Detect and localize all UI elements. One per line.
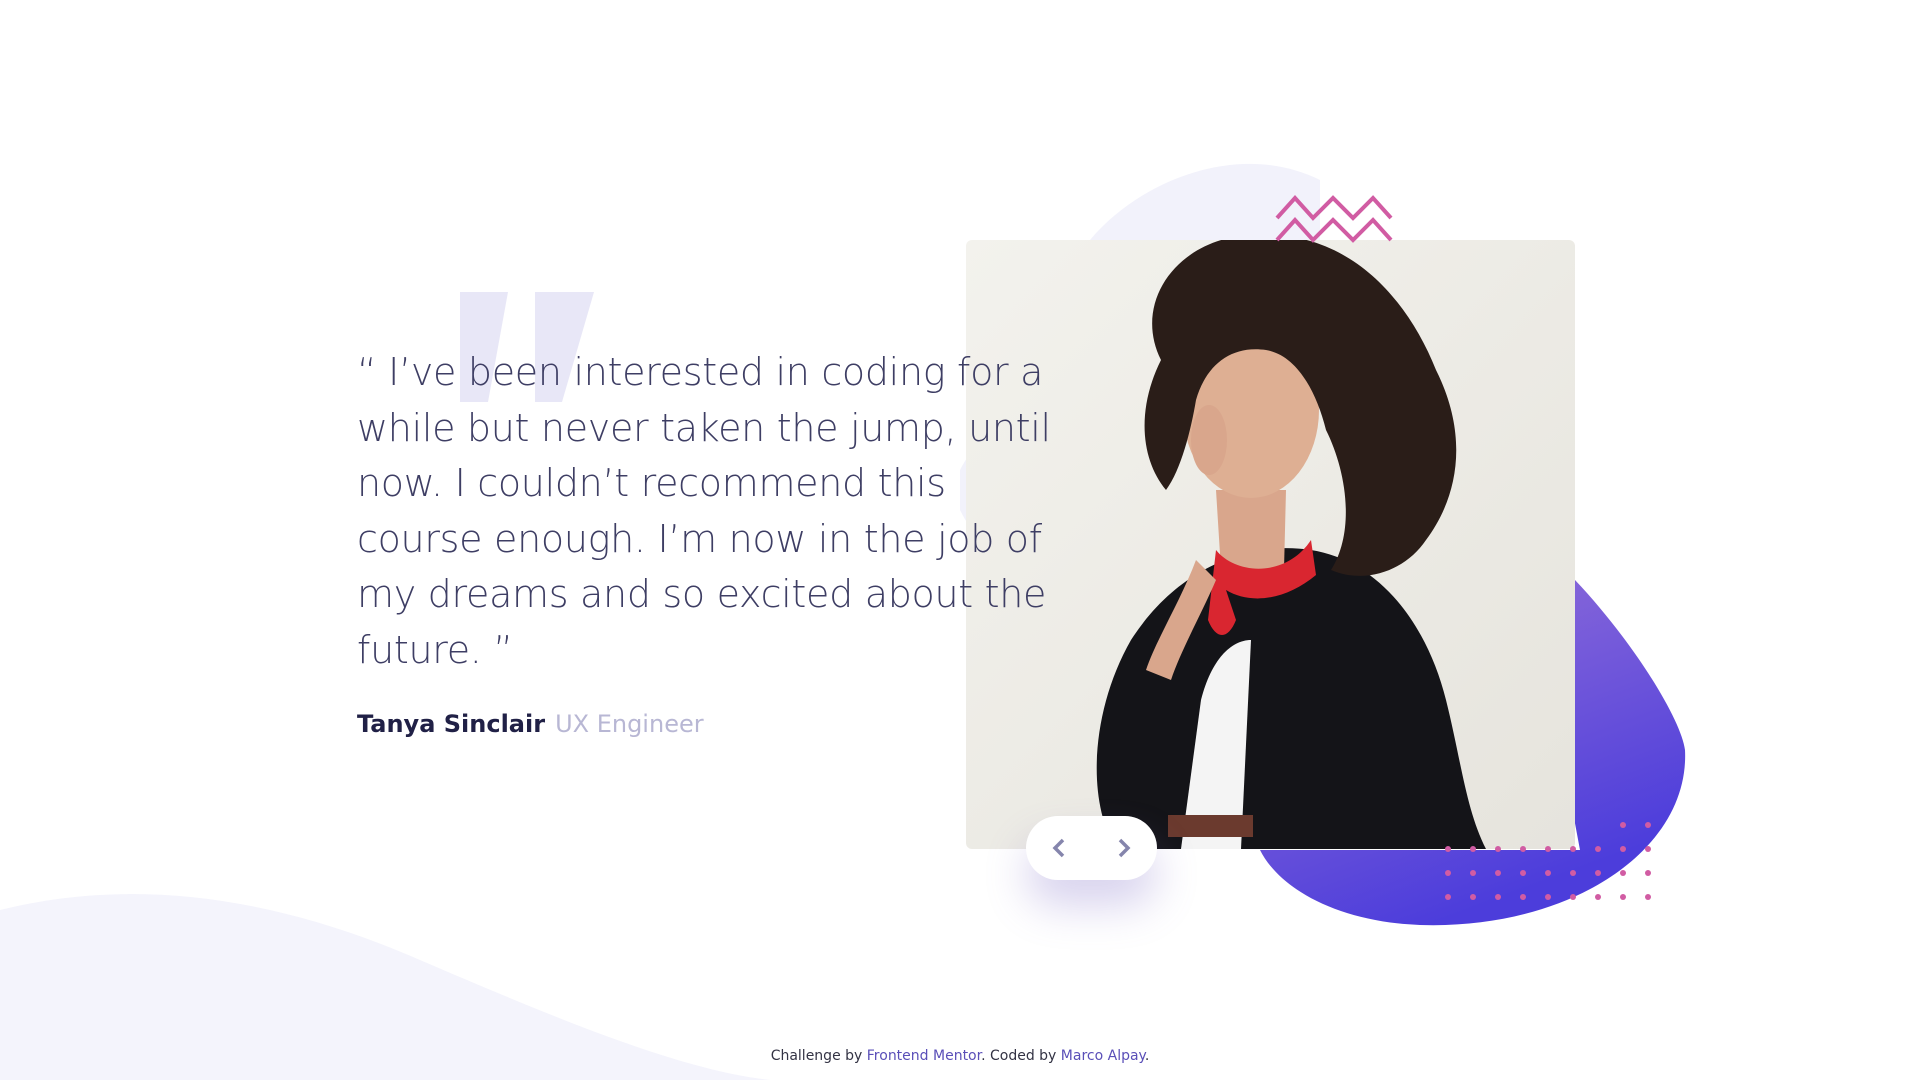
attribution-prefix: Challenge by: [770, 1048, 867, 1064]
attribution: Challenge by Frontend Mentor. Coded by M…: [0, 1048, 1920, 1064]
testimonial-quote: “ I’ve been interested in coding for a w…: [357, 350, 1051, 672]
coder-link[interactable]: Marco Alpay: [1061, 1048, 1145, 1064]
testimonial-page: “ I’ve been interested in coding for a w…: [0, 0, 1920, 1080]
testimonial-author: Tanya Sinclair UX Engineer: [357, 709, 704, 739]
frontend-mentor-link[interactable]: Frontend Mentor: [867, 1048, 981, 1064]
next-button[interactable]: [1092, 816, 1158, 880]
previous-button[interactable]: [1026, 816, 1092, 880]
author-name: Tanya Sinclair: [357, 710, 546, 738]
author-role: UX Engineer: [555, 710, 704, 738]
slider-navigation: [1026, 816, 1157, 880]
dots-decoration-icon: [1445, 822, 1651, 900]
chevron-left-icon: [1052, 838, 1064, 858]
attribution-suffix: .: [1144, 1048, 1150, 1064]
attribution-middle: . Coded by: [981, 1048, 1061, 1064]
chevron-right-icon: [1119, 838, 1131, 858]
zigzag-decoration-icon: [1275, 195, 1393, 243]
